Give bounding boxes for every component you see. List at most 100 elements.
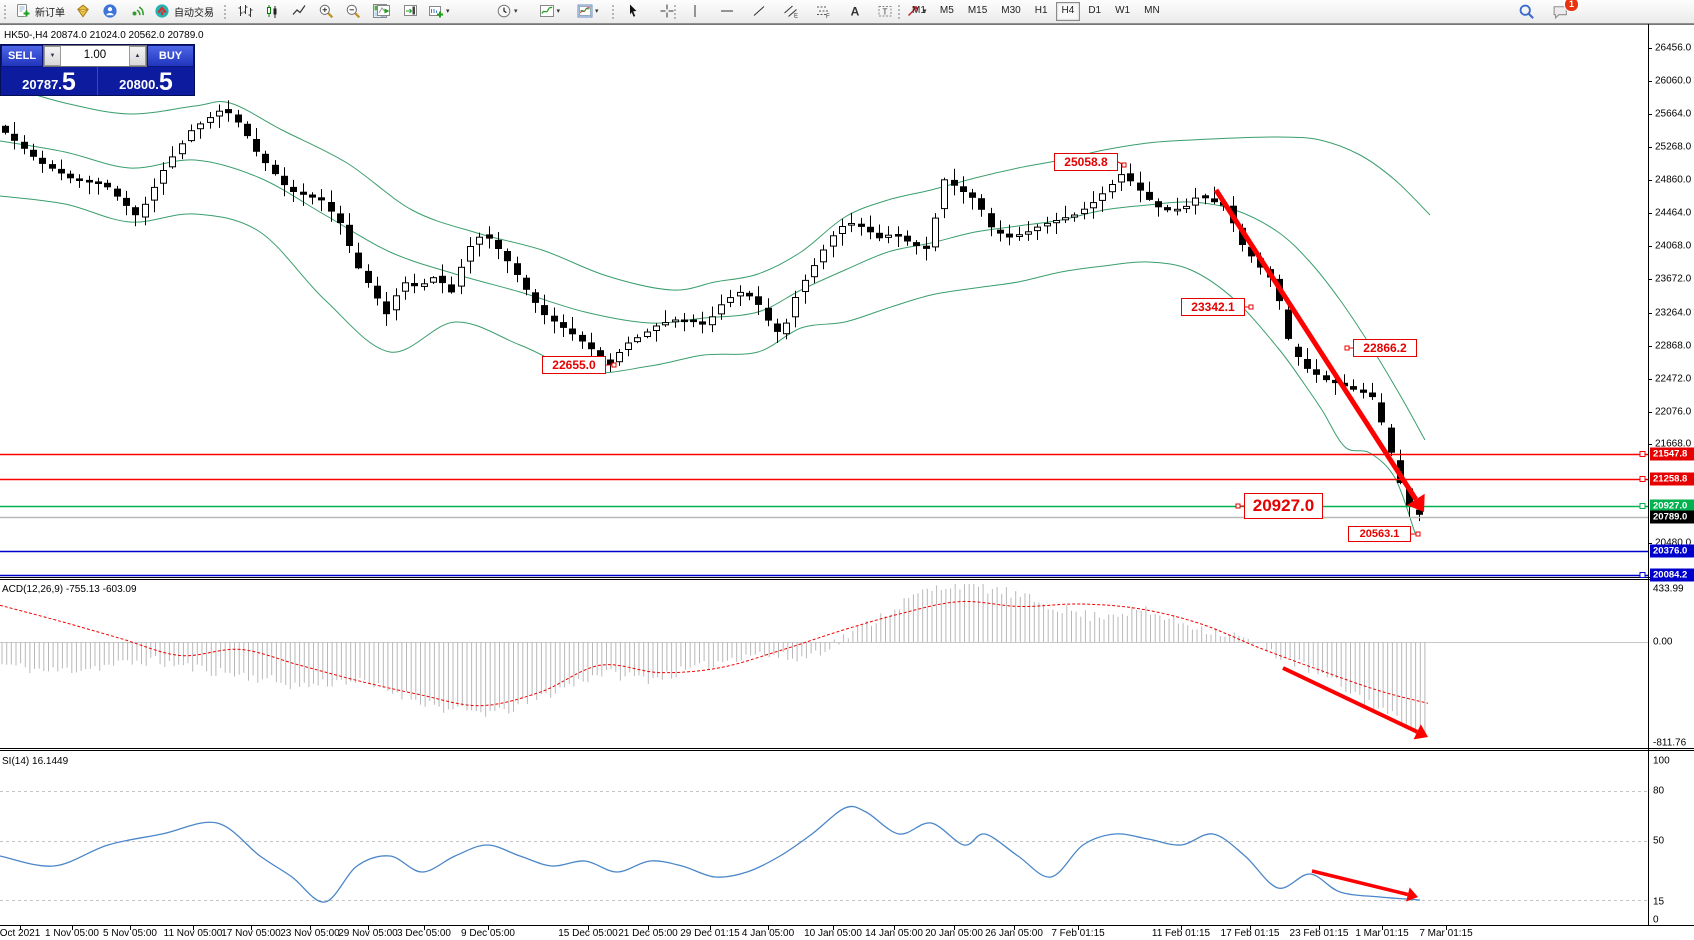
price-tick-label: 25268.0 (1655, 142, 1691, 153)
time-axis-label: 3 Dec 05:00 (397, 928, 451, 939)
equidistant-channel-button[interactable]: E (778, 0, 803, 22)
notification-badge: 1 (1564, 0, 1579, 12)
annotation-anchor[interactable] (1345, 346, 1349, 350)
price-annotation[interactable]: 22866.2 (1353, 339, 1417, 357)
timeframe-button-W1[interactable]: W1 (1109, 2, 1136, 21)
rsi-scale-label: 80 (1653, 786, 1664, 797)
notifications-button[interactable]: 1 (1548, 0, 1573, 22)
autotrade-label: 自动交易 (174, 4, 214, 19)
price-axis-tag: 20789.0 (1650, 511, 1694, 524)
rsi-scale-label: 50 (1653, 836, 1664, 847)
autotrade-button[interactable]: 自动交易 (151, 0, 217, 22)
new-order-button[interactable]: 新订单 (12, 0, 68, 22)
toolbar-grip[interactable] (672, 3, 677, 19)
toolbar-grip[interactable] (610, 3, 615, 19)
periods-button[interactable]: ▾ (493, 0, 521, 22)
hline-handle[interactable] (1640, 573, 1645, 578)
toolbar-group-chart-type (222, 0, 393, 22)
annotation-anchor[interactable] (1249, 305, 1253, 309)
timeframe-button-D1[interactable]: D1 (1082, 2, 1107, 21)
time-axis-label: 21 Dec 05:00 (618, 928, 678, 939)
auto-scroll-button[interactable] (371, 0, 396, 22)
price-tick-label: 22076.0 (1655, 407, 1691, 418)
timeframe-button-H4[interactable]: H4 (1056, 2, 1081, 21)
trend-arrow[interactable] (1312, 871, 1418, 902)
rsi-scale-label: 100 (1653, 756, 1670, 767)
annotation-anchor[interactable] (1236, 504, 1240, 508)
sell-button[interactable]: SELL (1, 45, 43, 67)
market-button[interactable] (70, 0, 95, 22)
price-annotation[interactable]: 20927.0 (1244, 493, 1323, 519)
signals-button[interactable] (124, 0, 149, 22)
buy-button[interactable]: BUY (147, 45, 194, 67)
text-label-button[interactable]: T (872, 0, 897, 22)
chart-canvas[interactable] (0, 0, 1694, 940)
time-axis-label: 7 Mar 01:15 (1419, 928, 1472, 939)
time-axis-label: 23 Feb 01:15 (1290, 928, 1349, 939)
timeframe-button-M5[interactable]: M5 (934, 2, 960, 21)
price-tick-label: 25664.0 (1655, 109, 1691, 120)
svg-text:T: T (882, 8, 887, 17)
time-axis-label: 14 Jan 05:00 (865, 928, 923, 939)
community-button[interactable] (97, 0, 122, 22)
cursor-button[interactable] (620, 0, 645, 22)
macd-histogram (2, 584, 1425, 736)
indicators-button[interactable]: ▾ (536, 0, 564, 22)
price-tick-label: 24464.0 (1655, 208, 1691, 219)
hline-handle[interactable] (1640, 452, 1645, 457)
toolbar-grip[interactable] (896, 3, 901, 19)
svg-text:A: A (850, 5, 859, 19)
trendline-button[interactable] (746, 0, 771, 22)
price-tick-label: 24068.0 (1655, 241, 1691, 252)
timeframe-button-M1[interactable]: M1 (906, 2, 932, 21)
price-annotation[interactable]: 22655.0 (542, 356, 606, 374)
time-axis-label: 26 Jan 05:00 (985, 928, 1043, 939)
timeframe-button-M30[interactable]: M30 (995, 2, 1026, 21)
annotation-anchor[interactable] (612, 363, 616, 367)
bid-price-big-digit: 5 (62, 73, 76, 92)
chevron-down-icon: ▾ (595, 7, 599, 15)
candlestick-chart-button[interactable] (259, 0, 284, 22)
hline-handle[interactable] (1640, 504, 1645, 509)
toolbar-group-dropdowns: ▾ ▾ ▾ (492, 0, 603, 22)
zoom-in-button[interactable] (313, 0, 338, 22)
new-chart-button[interactable]: ▾ (425, 0, 453, 22)
line-chart-button[interactable] (286, 0, 311, 22)
volume-input[interactable]: 1.00 (61, 46, 129, 66)
time-axis-label: 11 Nov 05:00 (164, 928, 223, 939)
bar-chart-button[interactable] (232, 0, 257, 22)
horizontal-line-button[interactable] (714, 0, 739, 22)
macd-signal-line (0, 601, 1428, 705)
annotation-anchor[interactable] (1122, 163, 1126, 167)
chevron-down-icon: ▾ (514, 7, 518, 15)
time-axis-label: 9 Dec 05:00 (461, 928, 515, 939)
time-axis-label: 17 Feb 01:15 (1221, 928, 1280, 939)
toolbar-grip[interactable] (2, 3, 7, 19)
volume-decrease-button[interactable]: ▼ (44, 46, 61, 66)
vertical-line-button[interactable] (682, 0, 707, 22)
text-button[interactable]: A (842, 0, 867, 22)
timeframe-button-H1[interactable]: H1 (1029, 2, 1054, 21)
price-annotation[interactable]: 20563.1 (1348, 526, 1411, 542)
chart-shift-button[interactable] (398, 0, 423, 22)
price-annotation[interactable]: 23342.1 (1181, 298, 1245, 316)
bid-price: 20787.5 (1, 67, 97, 95)
time-axis-label: 1 Mar 01:15 (1355, 928, 1408, 939)
timeframe-button-MN[interactable]: MN (1138, 2, 1166, 21)
templates-button[interactable]: ▾ (574, 0, 602, 22)
fibonacci-button[interactable]: F (810, 0, 835, 22)
hline-handle[interactable] (1640, 477, 1645, 482)
volume-increase-button[interactable]: ▲ (129, 46, 146, 66)
chevron-down-icon: ▾ (446, 7, 450, 15)
time-axis-label: 7 Feb 01:15 (1051, 928, 1104, 939)
price-tick-label: 24860.0 (1655, 175, 1691, 186)
timeframe-button-M15[interactable]: M15 (962, 2, 993, 21)
time-axis-label: Oct 2021 (0, 928, 40, 939)
price-annotation[interactable]: 25058.8 (1054, 153, 1118, 171)
time-axis-label: 29 Nov 05:00 (338, 928, 398, 939)
search-button[interactable] (1514, 0, 1539, 22)
toolbar-grip[interactable] (222, 3, 227, 19)
price-tick-label: 22868.0 (1655, 341, 1691, 352)
annotation-anchor[interactable] (1416, 532, 1420, 536)
zoom-out-button[interactable] (340, 0, 365, 22)
